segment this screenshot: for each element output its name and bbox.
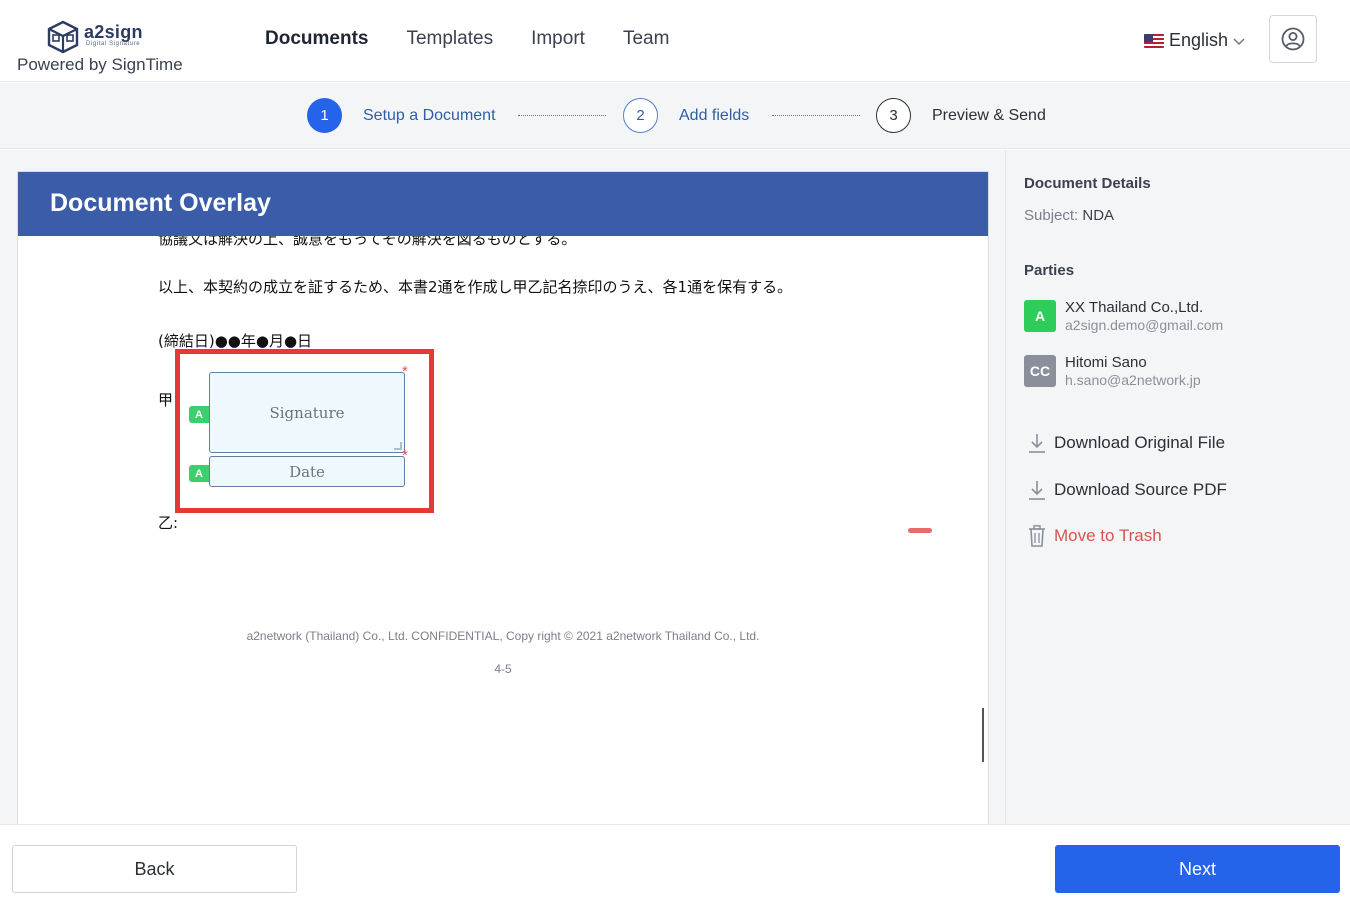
- document-sidebar: Document Details Subject: NDA Parties A …: [1005, 150, 1350, 824]
- user-menu-button[interactable]: [1269, 15, 1317, 63]
- trash-icon: [1029, 525, 1045, 547]
- document-overlay-title: Document Overlay: [50, 189, 271, 217]
- party-badge: A: [1024, 300, 1056, 332]
- signer-a-tag: A: [189, 465, 218, 482]
- nav-team[interactable]: Team: [623, 28, 669, 50]
- signature-field-label: Signature: [269, 403, 345, 422]
- date-field-label: Date: [289, 462, 325, 481]
- download-original-label: Download Original File: [1054, 433, 1226, 452]
- date-field[interactable]: Date: [209, 456, 405, 487]
- move-to-trash-label: Move to Trash: [1054, 526, 1162, 545]
- party-a-label: 甲: [158, 391, 174, 409]
- step-connector: [772, 115, 860, 116]
- logo-cube-icon: [47, 20, 79, 54]
- party-item: A XX Thailand Co.,Ltd. a2sign.demo@gmail…: [1024, 299, 1224, 334]
- step-number: 2: [623, 98, 658, 133]
- document-footer: a2network (Thailand) Co., Ltd. CONFIDENT…: [246, 629, 760, 643]
- language-selector[interactable]: English: [1144, 30, 1246, 51]
- signature-field[interactable]: Signature: [209, 372, 405, 453]
- logo-name: a2sign: [84, 22, 143, 42]
- subject-value: NDA: [1082, 207, 1115, 224]
- user-avatar-icon: [1281, 27, 1305, 51]
- download-original-button[interactable]: Download Original File: [1026, 431, 1225, 455]
- party-item: CC Hitomi Sano h.sano@a2network.jp: [1024, 354, 1201, 389]
- download-icon: [1029, 434, 1045, 453]
- step-label: Preview & Send: [932, 106, 1046, 124]
- top-navbar: a2sign Digital Signature Powered by Sign…: [0, 0, 1350, 82]
- step-setup-document[interactable]: 1 Setup a Document: [307, 98, 496, 133]
- nav-documents[interactable]: Documents: [265, 28, 368, 50]
- document-date-line: (締結日)●●年●月●日: [158, 332, 313, 350]
- party-b-label: 乙:: [158, 514, 179, 532]
- step-number: 3: [876, 98, 911, 133]
- us-flag-icon: [1144, 33, 1164, 48]
- logo-tagline: Digital Signature: [86, 41, 141, 47]
- step-connector: [518, 115, 606, 116]
- document-overlay-header: Document Overlay: [18, 172, 988, 236]
- page-number: 4-5: [494, 662, 512, 676]
- step-label: Add fields: [679, 106, 750, 124]
- download-pdf-label: Download Source PDF: [1054, 480, 1227, 499]
- party-email: h.sano@a2network.jp: [1065, 372, 1201, 388]
- download-icon: [1029, 481, 1045, 500]
- next-button[interactable]: Next: [1055, 845, 1340, 893]
- party-name: XX Thailand Co.,Ltd.: [1065, 299, 1204, 316]
- document-area: 協議又は解決の上、誠意をもってその解決を図るものとする。 Document Ov…: [0, 150, 1005, 824]
- a2sign-logo[interactable]: a2sign Digital Signature: [46, 20, 156, 54]
- nav-templates[interactable]: Templates: [406, 28, 493, 50]
- resize-handle[interactable]: [394, 442, 402, 450]
- document-text-line: 以上、本契約の成立を証するため、本書2通を作成し甲乙記名捺印のうえ、各1通を保有…: [158, 278, 793, 296]
- subject-key: Subject:: [1024, 207, 1079, 224]
- back-button[interactable]: Back: [12, 845, 297, 893]
- move-to-trash-button[interactable]: Move to Trash: [1026, 524, 1162, 548]
- document-subject: Subject: NDA: [1024, 207, 1114, 224]
- party-email: a2sign.demo@gmail.com: [1065, 317, 1224, 333]
- scrollbar-thumb[interactable]: [982, 708, 984, 762]
- party-name: Hitomi Sano: [1065, 354, 1147, 371]
- chevron-down-icon: [1233, 38, 1245, 45]
- document-details-heading: Document Details: [1024, 175, 1151, 192]
- nav-import[interactable]: Import: [531, 28, 585, 50]
- bottom-action-bar: Back Next: [0, 824, 1350, 902]
- annotation-mark: [908, 528, 932, 533]
- step-preview-send[interactable]: 3 Preview & Send: [876, 98, 1046, 133]
- required-asterisk: *: [402, 447, 408, 464]
- step-add-fields[interactable]: 2 Add fields: [623, 98, 749, 133]
- language-label: English: [1169, 30, 1229, 50]
- step-label: Setup a Document: [363, 106, 496, 124]
- powered-by-text: Powered by SignTime: [17, 55, 183, 74]
- download-pdf-button[interactable]: Download Source PDF: [1026, 478, 1227, 502]
- document-page[interactable]: 協議又は解決の上、誠意をもってその解決を図るものとする。 Document Ov…: [17, 171, 989, 824]
- progress-stepper: 1 Setup a Document 2 Add fields 3 Previe…: [0, 83, 1350, 149]
- parties-heading: Parties: [1024, 262, 1075, 279]
- main-nav: Documents Templates Import Team: [265, 28, 669, 50]
- party-badge: CC: [1024, 355, 1056, 387]
- required-asterisk: *: [402, 363, 408, 380]
- step-number: 1: [307, 98, 342, 133]
- signer-a-tag: A: [189, 406, 218, 423]
